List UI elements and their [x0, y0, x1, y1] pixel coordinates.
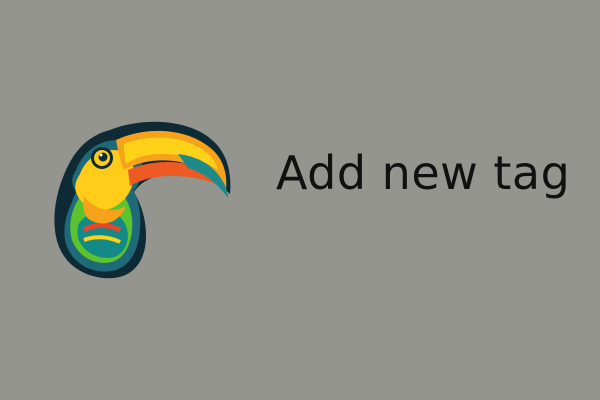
toucan-logo-icon	[50, 118, 234, 283]
add-new-tag-label: Add new tag	[276, 146, 571, 200]
add-new-tag-tile[interactable]: Add new tag	[0, 0, 600, 400]
